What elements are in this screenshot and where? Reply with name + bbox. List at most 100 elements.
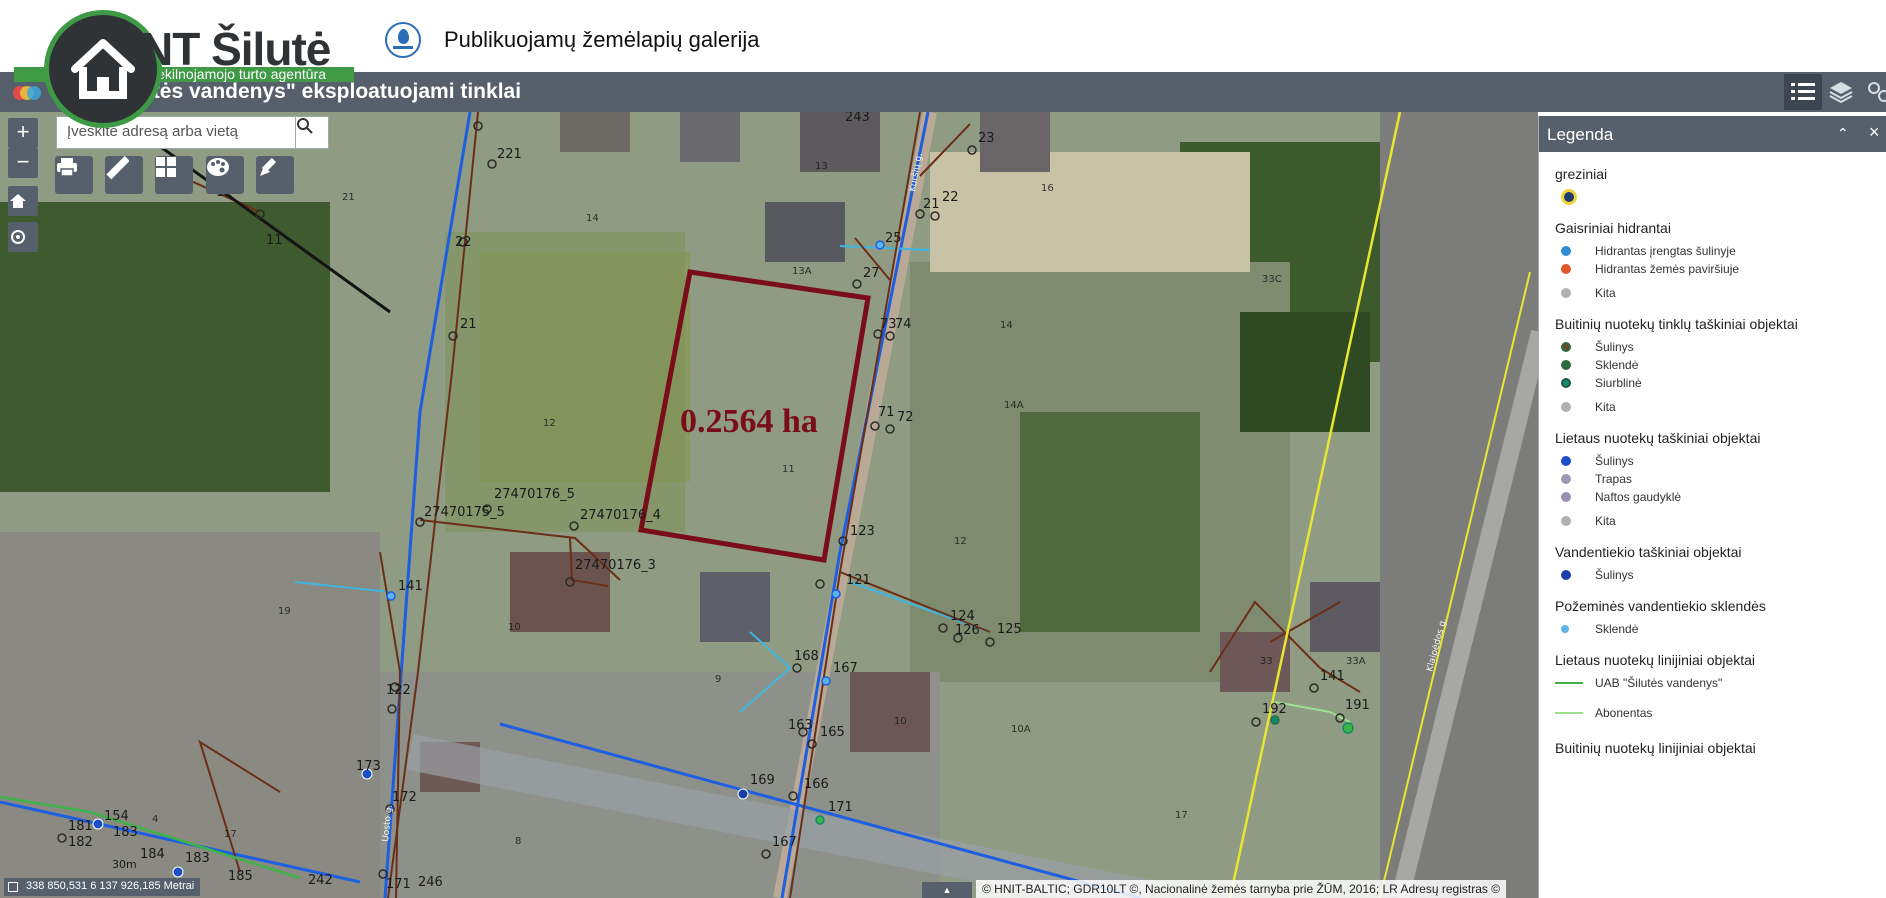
map-label: 246: [418, 875, 443, 890]
parcel-label: 14: [1000, 320, 1013, 331]
map-label: 72: [897, 410, 914, 425]
oil-separator-icon: [1561, 489, 1581, 505]
map-label: 168: [794, 649, 819, 664]
locate-icon: [11, 230, 25, 244]
layers-icon: [1829, 82, 1853, 104]
legend-header: Legenda ⌃ ×: [1539, 116, 1886, 152]
parcel-label: 16: [1041, 183, 1054, 194]
drain-trap-icon: [1561, 471, 1581, 487]
map-label: 192: [1262, 702, 1287, 717]
map-label: 169: [750, 773, 775, 788]
draw-button[interactable]: [206, 156, 244, 194]
measure-button[interactable]: [105, 156, 143, 194]
crosshair-icon: [8, 882, 18, 892]
legend-group: Vandentiekio taškiniai objektai Šulinys: [1555, 544, 1870, 584]
search-icon: [297, 118, 313, 134]
basemap-gallery-button[interactable]: [155, 156, 193, 194]
edit-button[interactable]: [256, 156, 294, 194]
legend-panel: Legenda ⌃ × greziniai Gaisriniai hidrant…: [1538, 116, 1886, 898]
layers-tool-button[interactable]: [1822, 74, 1860, 110]
map-label: 171: [828, 800, 853, 815]
analysis-tool-button[interactable]: [1860, 74, 1886, 110]
legend-item-label: Hidrantas žemės paviršiuje: [1595, 262, 1740, 276]
map-label: 125: [997, 622, 1022, 637]
building: [765, 202, 845, 262]
legend-group-title: Lietaus nuotekų taškiniai objektai: [1555, 430, 1761, 446]
hydrant-well-icon: [1561, 243, 1581, 259]
other-dot: [1561, 402, 1571, 412]
map-view[interactable]: 0.2564 ha 221 243 23 21 22 25 27 73 74 7…: [0, 112, 1538, 898]
map-label: 163: [788, 718, 813, 733]
locate-button[interactable]: [8, 222, 38, 252]
map-label: 71: [878, 405, 895, 420]
legend-item-label: Šulinys: [1595, 454, 1634, 468]
map-label: 141: [1320, 669, 1345, 684]
pump-station-icon: [1561, 375, 1581, 391]
legend-item: Šulinys: [1555, 566, 1870, 584]
attribution-toggle[interactable]: ▲: [922, 882, 972, 898]
parcel-label: 17: [224, 829, 237, 840]
sewer-valve-dot: [1561, 360, 1571, 370]
zoom-out-button[interactable]: −: [8, 148, 38, 178]
legend-group: Gaisriniai hidrantai Hidrantas įrengtas …: [1555, 220, 1870, 302]
palette-icon: [207, 158, 229, 176]
rail-yard: [1380, 112, 1538, 898]
legend-group-title: Buitinių nuotekų linijiniai objektai: [1555, 740, 1756, 756]
legend-group-title: Požeminės vandentiekio sklendės: [1555, 598, 1766, 614]
map-label: 11: [266, 233, 283, 248]
legend-item-label: UAB "Šilutės vandenys": [1595, 676, 1723, 690]
home-button[interactable]: [8, 186, 38, 216]
map-label: 126: [955, 623, 980, 638]
building: [1310, 582, 1380, 652]
map-label: 242: [308, 873, 333, 888]
map-label: 25: [885, 231, 902, 246]
map-label: 182: [68, 835, 93, 850]
legend-item-label: Šulinys: [1595, 568, 1634, 582]
parcel-label: 33C: [1262, 274, 1282, 285]
drain-trap-dot: [1561, 474, 1571, 484]
other-dot-icon: [1561, 285, 1581, 301]
map-label: 172: [392, 790, 417, 805]
legend-group: Buitinių nuotekų tinklų taškiniai objekt…: [1555, 316, 1870, 416]
legend-item-label: Siurblinė: [1595, 376, 1642, 390]
legend-item: Kita: [1555, 398, 1870, 416]
gallery-logo-base: [393, 46, 413, 49]
gallery-logo[interactable]: [385, 22, 421, 58]
parcel-label: 12: [543, 418, 556, 429]
map-canvas[interactable]: 0.2564 ha 221 243 23 21 22 25 27 73 74 7…: [0, 112, 1538, 898]
legend-item-label: Kita: [1595, 514, 1616, 528]
map-label: 23: [978, 131, 995, 146]
legend-tool-button[interactable]: [1784, 74, 1822, 110]
legend-item: Siurblinė: [1555, 374, 1870, 392]
brand-watermark: Nekilnojamojo turto agentūra NT Šilutė: [14, 10, 359, 128]
map-label: 27470175_5: [424, 505, 505, 520]
print-button[interactable]: [55, 156, 93, 194]
map-label: 123: [850, 524, 875, 539]
map-label: 21: [460, 317, 477, 332]
legend-close-button[interactable]: ×: [1869, 122, 1880, 143]
legend-item: Šulinys: [1555, 452, 1870, 470]
legend-body[interactable]: greziniai Gaisriniai hidrantai Hidrantas…: [1539, 152, 1886, 778]
map-label: 154: [104, 809, 129, 824]
parcel-label: 9: [715, 674, 721, 685]
gallery-title[interactable]: Publikuojamų žemėlapių galerija: [444, 27, 760, 53]
legend-item: Hidrantas įrengtas šulinyje: [1555, 242, 1870, 260]
map-label: 74: [895, 317, 912, 332]
map-label: 167: [772, 835, 797, 850]
building: [560, 112, 630, 152]
parcel-label: 10A: [1011, 724, 1031, 735]
map-label: 165: [820, 725, 845, 740]
coordinates-text: 338 850,531 6 137 926,185 Metrai: [26, 880, 195, 892]
other-dot-icon: [1561, 399, 1581, 415]
zoom-in-button[interactable]: +: [8, 118, 38, 148]
legend-collapse-button[interactable]: ⌃: [1837, 125, 1849, 142]
search-button[interactable]: [295, 116, 329, 149]
underground-valve-icon: [1561, 621, 1581, 637]
underground-valve-dot: [1561, 625, 1569, 633]
other-dot-icon: [1561, 513, 1581, 529]
legend-item: UAB "Šilutės vandenys": [1555, 674, 1870, 692]
well-icon: [1561, 189, 1581, 205]
plot-area-label: 0.2564 ha: [680, 403, 818, 440]
building: [700, 572, 770, 642]
parcel-label: 10: [894, 716, 907, 727]
